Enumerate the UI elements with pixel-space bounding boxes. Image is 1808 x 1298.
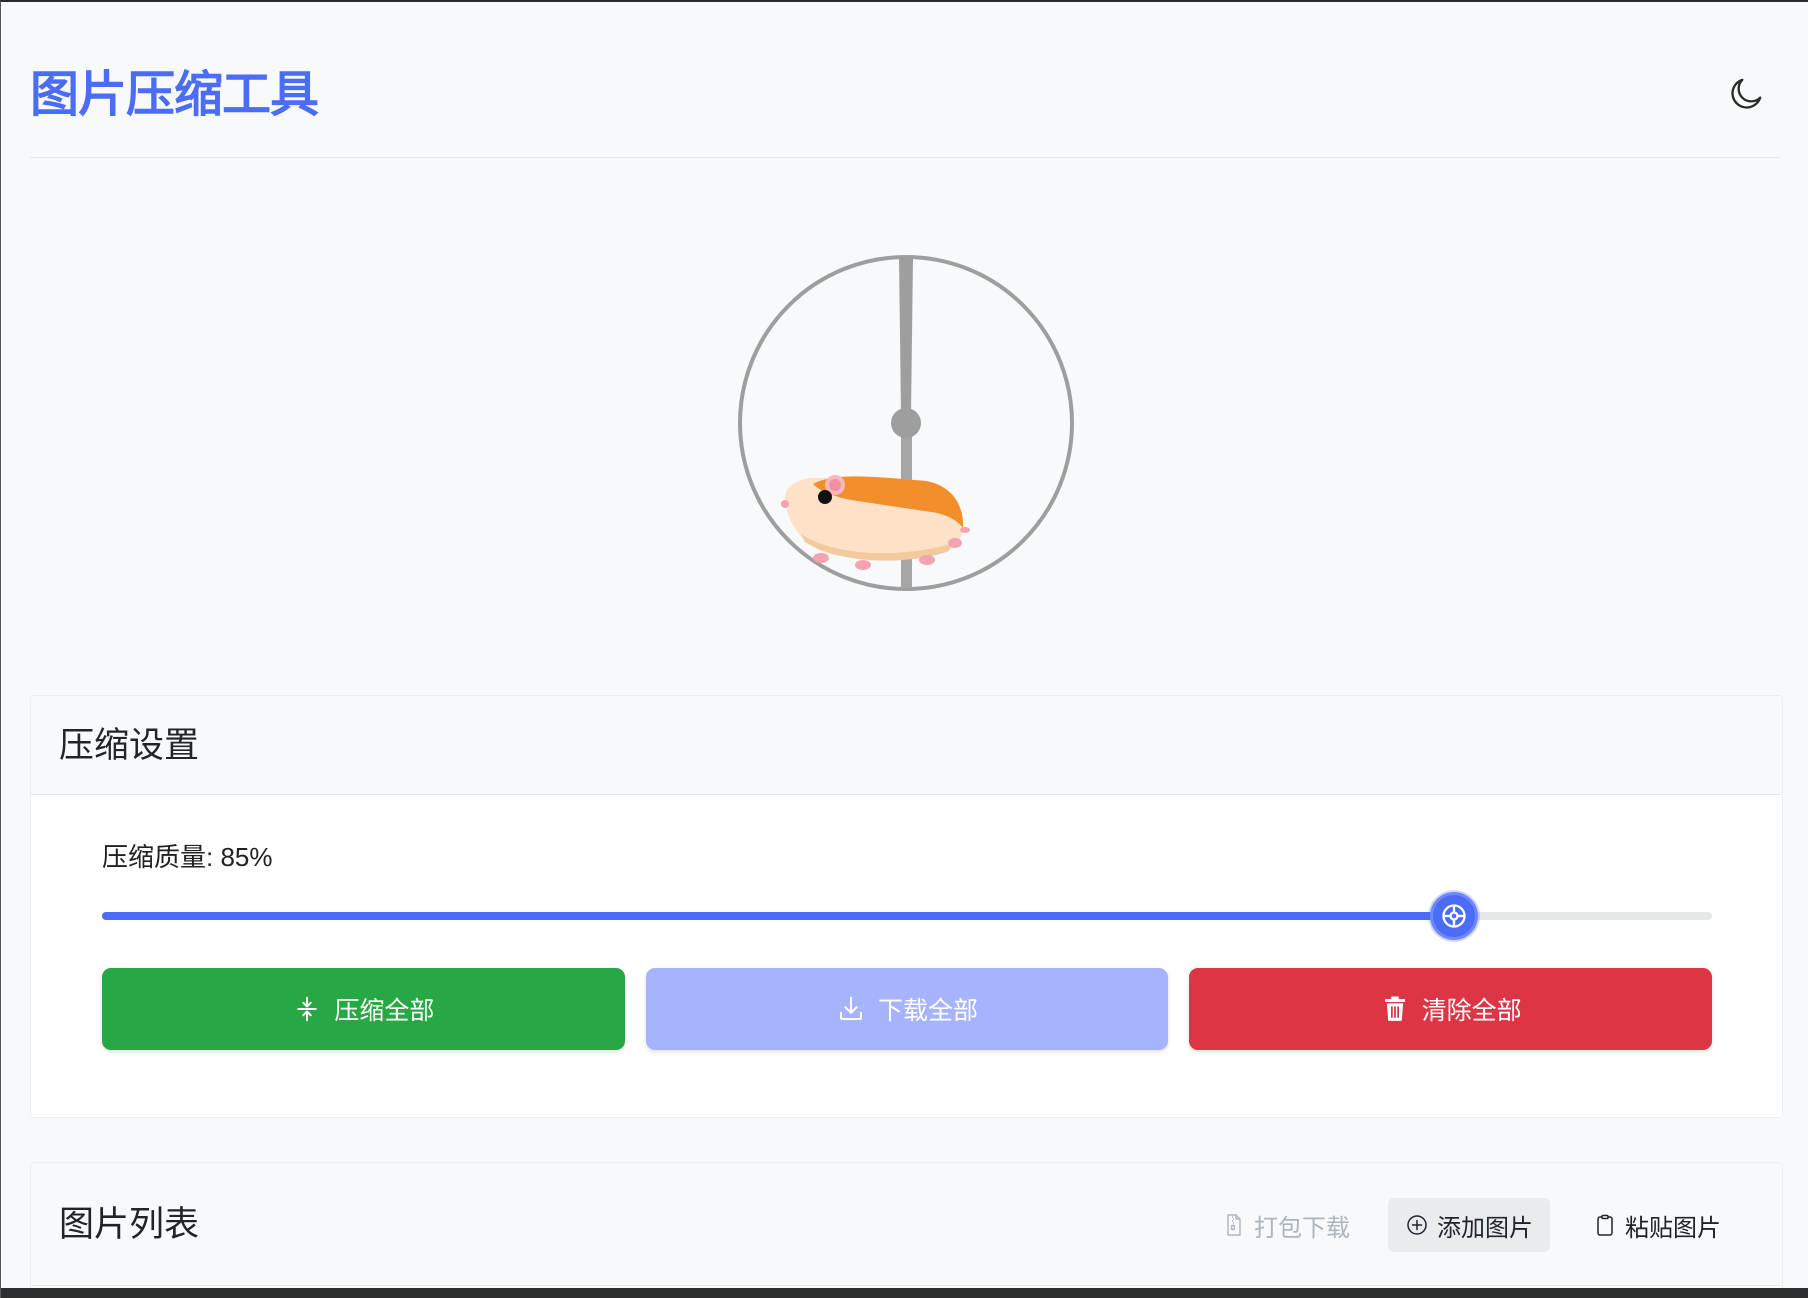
paste-image-label: 粘贴图片 [1625, 1214, 1721, 1242]
app-window: 图片压缩工具 压缩设置 压缩质量: 85% 压缩全部 下载全部 清除全部 图片列… [0, 0, 1808, 1298]
quality-slider[interactable] [102, 892, 1712, 940]
compress-icon [297, 996, 318, 1022]
add-image-button[interactable]: 添加图片 [1388, 1198, 1550, 1252]
zip-download-button[interactable]: 打包下载 [1205, 1198, 1367, 1252]
settings-title: 压缩设置 [59, 726, 200, 765]
download-all-button[interactable]: 下载全部 [645, 968, 1169, 1050]
plus-circle-icon [1407, 1215, 1427, 1235]
trash-icon [1384, 996, 1405, 1021]
theme-toggle-button[interactable] [1725, 73, 1767, 115]
page-title: 图片压缩工具 [30, 68, 319, 122]
clipboard-icon [1597, 1214, 1613, 1236]
paste-image-button[interactable]: 粘贴图片 [1576, 1198, 1738, 1252]
slider-fill [102, 912, 1454, 920]
quality-label: 压缩质量: 85% [102, 842, 273, 872]
settings-actions: 压缩全部 下载全部 清除全部 [102, 968, 1713, 1050]
add-image-label: 添加图片 [1437, 1214, 1533, 1242]
wheel-icon [1442, 904, 1466, 928]
compress-all-label: 压缩全部 [334, 997, 435, 1025]
image-list-header: 图片列表 打包下载 添加图片 粘贴图片 [31, 1163, 1782, 1286]
image-list-card: 图片列表 打包下载 添加图片 粘贴图片 [30, 1162, 1783, 1298]
clear-all-button[interactable]: 清除全部 [1189, 968, 1713, 1050]
taskbar-edge [1, 1288, 1808, 1298]
moon-icon [1731, 78, 1762, 109]
hamster-wheel-icon [738, 255, 1074, 591]
download-all-label: 下载全部 [878, 997, 979, 1025]
zip-file-icon [1227, 1214, 1241, 1236]
compression-settings-card: 压缩设置 压缩质量: 85% 压缩全部 下载全部 清除全部 [30, 695, 1783, 1118]
clear-all-label: 清除全部 [1421, 997, 1522, 1025]
image-list-title: 图片列表 [59, 1205, 200, 1244]
slider-thumb[interactable] [1429, 892, 1478, 940]
header-divider [30, 157, 1780, 158]
download-icon [840, 996, 862, 1020]
compress-all-button[interactable]: 压缩全部 [102, 968, 625, 1050]
settings-card-header: 压缩设置 [31, 696, 1782, 795]
zip-download-label: 打包下载 [1254, 1214, 1350, 1242]
